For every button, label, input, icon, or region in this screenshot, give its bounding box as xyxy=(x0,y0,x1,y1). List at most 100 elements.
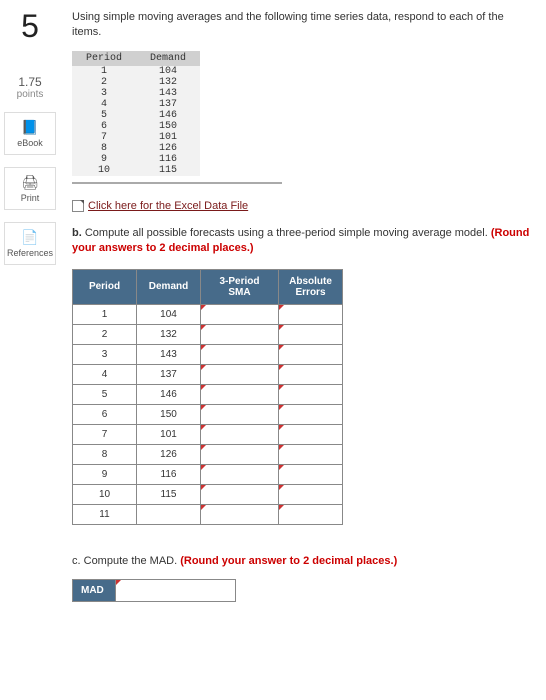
cell-error-input[interactable] xyxy=(279,444,343,464)
part-c-label: c. xyxy=(72,555,81,567)
answer-table: Period Demand 3-Period SMA Absolute Erro… xyxy=(72,269,343,525)
cell-sma-input[interactable] xyxy=(201,404,279,424)
cell-period: 8 xyxy=(73,444,137,464)
intro-text: Using simple moving averages and the fol… xyxy=(72,10,534,41)
table-cell: 8 xyxy=(72,143,136,154)
table-row: 10115 xyxy=(73,484,343,504)
table-row: 10115 xyxy=(72,165,200,176)
cell-error-input[interactable] xyxy=(279,304,343,324)
part-b-label: b. xyxy=(72,227,82,239)
table-row: 8126 xyxy=(72,143,200,154)
cell-period: 10 xyxy=(73,484,137,504)
table-row: 2132 xyxy=(73,324,343,344)
cell-period: 5 xyxy=(73,384,137,404)
table-row: 4137 xyxy=(72,99,200,110)
cell-sma-input[interactable] xyxy=(201,424,279,444)
part-c-text: Compute the MAD. xyxy=(84,555,178,567)
cell-error-input[interactable] xyxy=(279,484,343,504)
table-row: 6150 xyxy=(73,404,343,424)
cell-demand: 116 xyxy=(137,464,201,484)
tool-print[interactable]: 🖨 Print xyxy=(4,167,56,210)
table-divider xyxy=(72,182,282,184)
cell-period: 11 xyxy=(73,504,137,524)
points-label: points xyxy=(4,89,56,100)
question-number: 5 xyxy=(4,8,56,45)
cell-error-input[interactable] xyxy=(279,344,343,364)
cell-demand: 143 xyxy=(137,344,201,364)
part-c: c. Compute the MAD. (Round your answer t… xyxy=(72,555,534,567)
table-row: 5146 xyxy=(72,110,200,121)
file-icon xyxy=(72,200,84,212)
table-cell: 5 xyxy=(72,110,136,121)
cell-error-input[interactable] xyxy=(279,364,343,384)
references-icon: 📄 xyxy=(7,229,53,246)
cell-sma-input[interactable] xyxy=(201,344,279,364)
mad-label: MAD xyxy=(72,579,116,602)
col-demand: Demand xyxy=(136,51,200,66)
ans-col-demand: Demand xyxy=(137,269,201,304)
ans-col-err: Absolute Errors xyxy=(279,269,343,304)
cell-period: 7 xyxy=(73,424,137,444)
col-period: Period xyxy=(72,51,136,66)
cell-demand: 132 xyxy=(137,324,201,344)
cell-error-input[interactable] xyxy=(279,384,343,404)
table-row: 1104 xyxy=(73,304,343,324)
table-row: 11 xyxy=(73,504,343,524)
table-cell: 2 xyxy=(72,77,136,88)
cell-period: 3 xyxy=(73,344,137,364)
table-row: 5146 xyxy=(73,384,343,404)
cell-period: 6 xyxy=(73,404,137,424)
cell-error-input[interactable] xyxy=(279,424,343,444)
cell-sma-input[interactable] xyxy=(201,364,279,384)
tool-references[interactable]: 📄 References xyxy=(4,222,56,265)
table-row: 9116 xyxy=(72,154,200,165)
table-cell: 116 xyxy=(136,154,200,165)
cell-period: 1 xyxy=(73,304,137,324)
cell-sma-input[interactable] xyxy=(201,504,279,524)
cell-sma-input[interactable] xyxy=(201,484,279,504)
cell-sma-input[interactable] xyxy=(201,464,279,484)
mad-row: MAD xyxy=(72,579,534,602)
cell-demand: 115 xyxy=(137,484,201,504)
cell-sma-input[interactable] xyxy=(201,444,279,464)
cell-demand: 137 xyxy=(137,364,201,384)
tool-label: eBook xyxy=(17,138,43,148)
table-cell: 137 xyxy=(136,99,200,110)
table-cell: 10 xyxy=(72,165,136,176)
ebook-icon: 📘 xyxy=(7,119,53,136)
table-cell: 143 xyxy=(136,88,200,99)
time-series-table: Period Demand 11042132314341375146615071… xyxy=(72,51,200,176)
print-icon: 🖨 xyxy=(7,174,53,191)
cell-error-input[interactable] xyxy=(279,504,343,524)
cell-sma-input[interactable] xyxy=(201,324,279,344)
table-cell: 146 xyxy=(136,110,200,121)
cell-demand: 146 xyxy=(137,384,201,404)
cell-error-input[interactable] xyxy=(279,464,343,484)
table-cell: 9 xyxy=(72,154,136,165)
part-b: b. Compute all possible forecasts using … xyxy=(72,226,534,257)
tool-ebook[interactable]: 📘 eBook xyxy=(4,112,56,155)
table-cell: 132 xyxy=(136,77,200,88)
ans-col-period: Period xyxy=(73,269,137,304)
cell-demand: 126 xyxy=(137,444,201,464)
cell-demand: 101 xyxy=(137,424,201,444)
cell-sma-input[interactable] xyxy=(201,304,279,324)
table-row: 4137 xyxy=(73,364,343,384)
table-row: 8126 xyxy=(73,444,343,464)
cell-error-input[interactable] xyxy=(279,404,343,424)
sidebar: 5 1.75 points 📘 eBook 🖨 Print 📄 Referenc… xyxy=(0,0,60,622)
cell-error-input[interactable] xyxy=(279,324,343,344)
table-cell: 1 xyxy=(72,66,136,77)
table-cell: 101 xyxy=(136,132,200,143)
tool-label: Print xyxy=(21,193,40,203)
mad-input[interactable] xyxy=(116,579,236,602)
excel-link[interactable]: Click here for the Excel Data File xyxy=(72,200,248,212)
table-row: 7101 xyxy=(72,132,200,143)
table-cell: 115 xyxy=(136,165,200,176)
table-row: 3143 xyxy=(72,88,200,99)
cell-sma-input[interactable] xyxy=(201,384,279,404)
main-content: Using simple moving averages and the fol… xyxy=(60,0,546,622)
cell-demand xyxy=(137,504,201,524)
cell-demand: 104 xyxy=(137,304,201,324)
table-row: 7101 xyxy=(73,424,343,444)
